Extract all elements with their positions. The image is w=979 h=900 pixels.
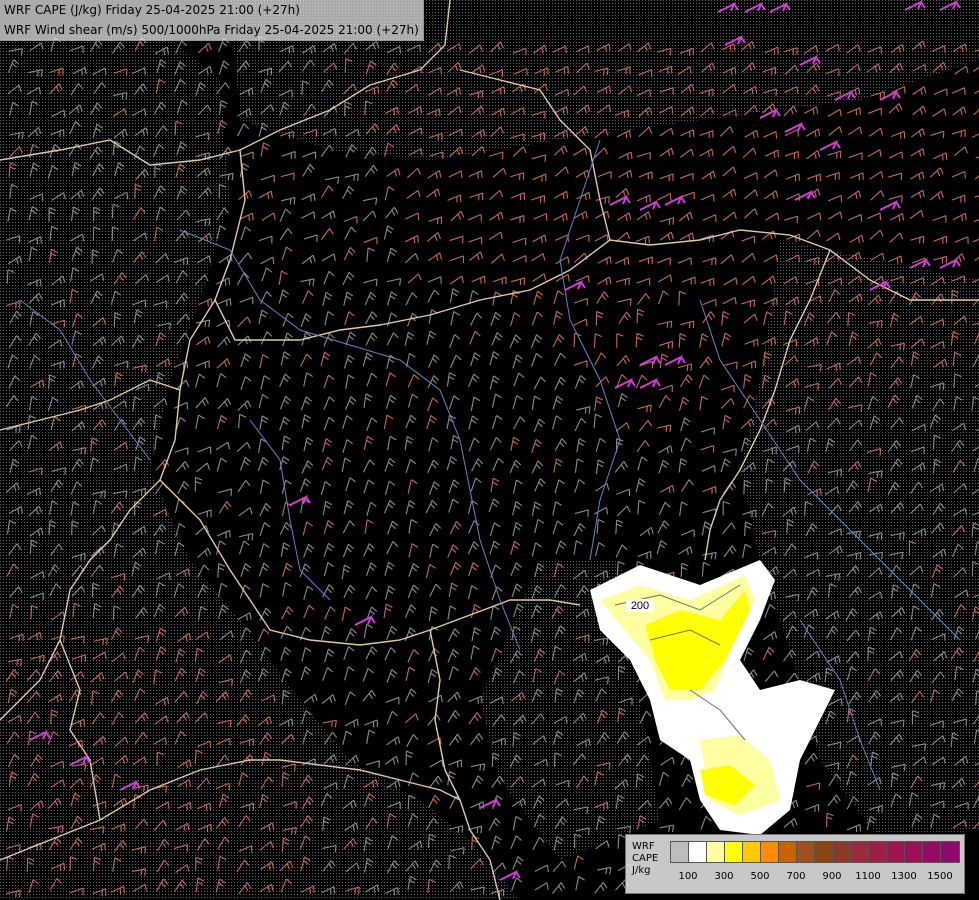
contour-label: 200 bbox=[631, 600, 649, 612]
legend-swatch bbox=[797, 842, 815, 862]
legend-tick: 300 bbox=[714, 871, 734, 882]
legend-swatch bbox=[743, 842, 761, 862]
legend-swatch bbox=[725, 842, 743, 862]
legend-model: WRF bbox=[632, 841, 655, 852]
legend-swatch bbox=[833, 842, 851, 862]
legend-swatch bbox=[905, 842, 923, 862]
legend-swatch bbox=[689, 842, 707, 862]
legend-tick: 500 bbox=[750, 871, 770, 882]
legend-tick: 1300 bbox=[891, 871, 917, 882]
legend-unit: J/kg bbox=[632, 865, 651, 876]
contour-value-label: 200 bbox=[626, 599, 654, 612]
legend-variable: CAPE bbox=[632, 853, 659, 864]
legend-tick: 1100 bbox=[855, 871, 881, 882]
legend-swatch bbox=[707, 842, 725, 862]
legend-swatch bbox=[851, 842, 869, 862]
legend-swatch bbox=[887, 842, 905, 862]
legend-swatch bbox=[761, 842, 779, 862]
legend-name: WRF CAPE J/kg bbox=[632, 841, 658, 877]
legend-tick: 900 bbox=[822, 871, 842, 882]
legend-swatch bbox=[941, 842, 959, 862]
legend-swatch bbox=[779, 842, 797, 862]
map-title-box: WRF CAPE (J/kg) Friday 25-04-2025 21:00 … bbox=[0, 0, 424, 41]
legend-color-scale bbox=[670, 841, 960, 863]
legend-tick: 1500 bbox=[927, 871, 953, 882]
title-cape: WRF CAPE (J/kg) Friday 25-04-2025 21:00 … bbox=[4, 3, 300, 17]
legend-swatch bbox=[923, 842, 941, 862]
legend-tick: 700 bbox=[786, 871, 806, 882]
legend-tick-labels: 100 300 500 700 900 1100 1300 1500 bbox=[670, 871, 958, 885]
legend-tick: 100 bbox=[678, 871, 698, 882]
map-canvas: 200 bbox=[0, 0, 979, 900]
forecast-map: 200 WRF CAPE (J/kg) Friday 25-04-2025 21… bbox=[0, 0, 979, 900]
legend-swatch bbox=[815, 842, 833, 862]
title-wind-shear: WRF Wind shear (m/s) 500/1000hPa Friday … bbox=[4, 23, 419, 37]
cape-legend: WRF CAPE J/kg 100 300 500 700 900 1100 1300 150… bbox=[625, 834, 965, 894]
legend-swatch bbox=[671, 842, 689, 862]
legend-swatch bbox=[869, 842, 887, 862]
